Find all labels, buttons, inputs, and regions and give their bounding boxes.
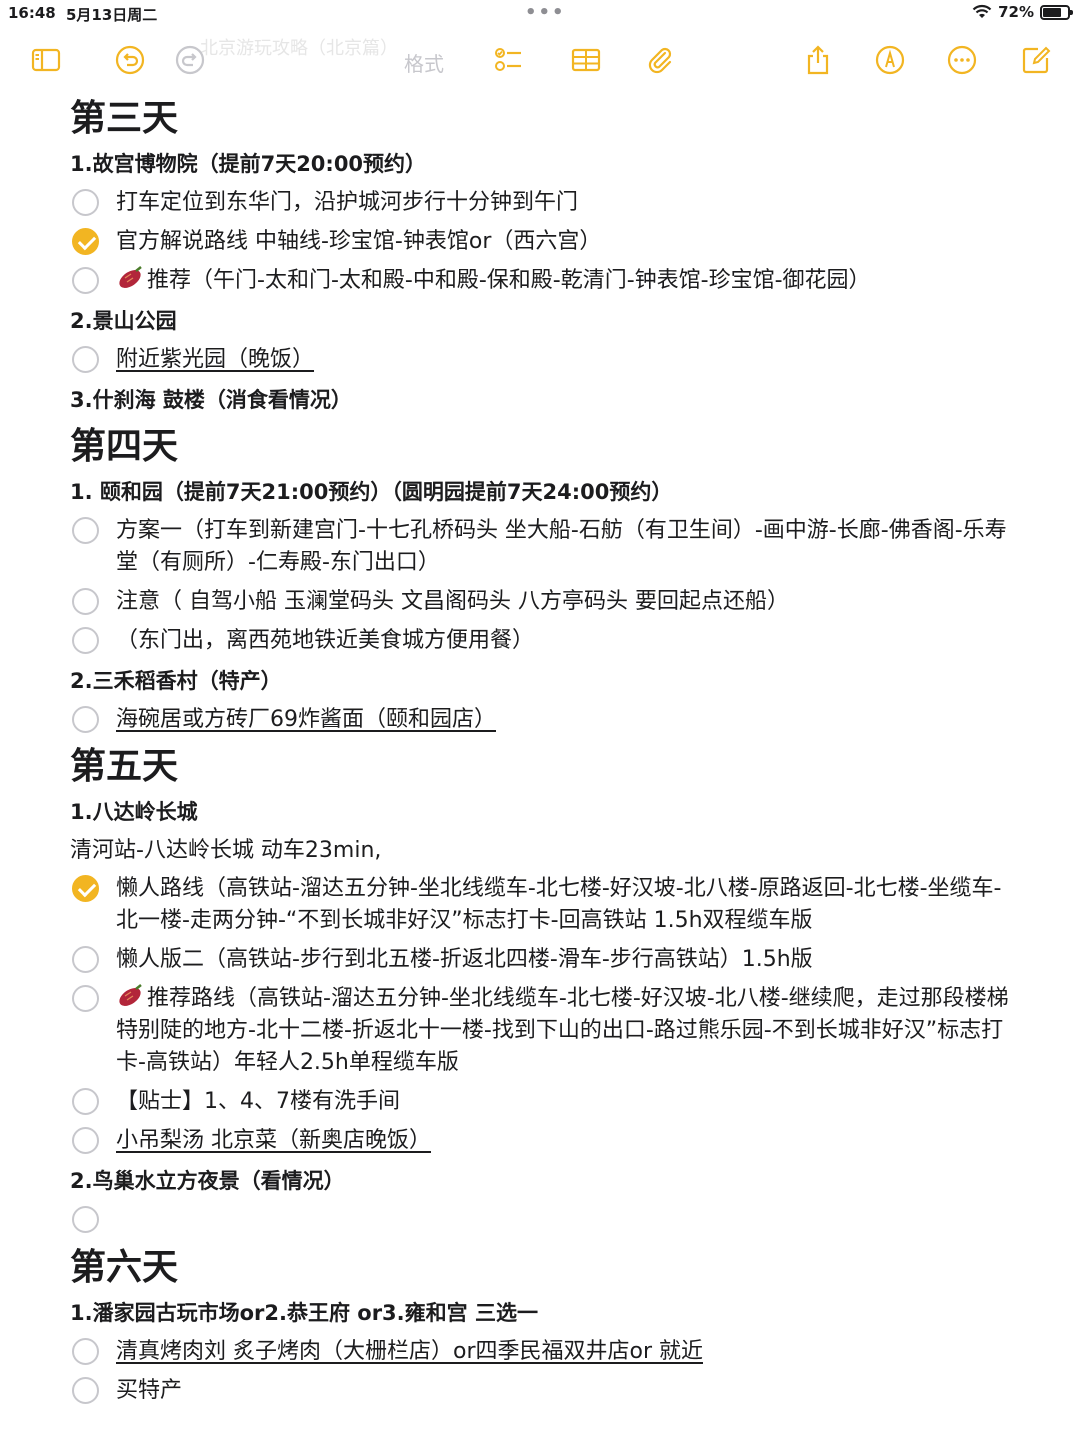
wifi-icon <box>972 4 992 18</box>
compose-icon <box>1022 46 1051 74</box>
markup-button[interactable] <box>872 42 908 78</box>
day-heading: 第三天 <box>70 98 179 139</box>
checklist-item: 注意（ 自驾小船 玉澜堂码头 文昌阁码头 八方亭码头 要回起点还船） <box>70 583 1020 622</box>
checklist-item: 推荐（午门-太和门-太和殿-中和殿-保和殿-乾清门-钟表馆-珍宝馆-御花园） <box>70 262 1020 301</box>
checklist-icon <box>495 48 521 71</box>
checkbox[interactable] <box>72 627 99 654</box>
checkbox[interactable] <box>72 1127 99 1154</box>
item-text: 方案一（打车到新建宫门-十七孔桥码头 坐大船-石舫（有卫生间）-画中游-长廊-佛… <box>116 518 1007 575</box>
checkbox[interactable] <box>72 1338 99 1365</box>
item-text: 推荐路线（高铁站-溜达五分钟-坐北线缆车-北七楼-好汉坡-北八楼-继续爬，走过那… <box>116 986 1009 1075</box>
share-icon <box>807 45 829 75</box>
table-button[interactable] <box>568 42 604 78</box>
checkbox[interactable] <box>72 1206 99 1233</box>
checkbox[interactable] <box>72 985 99 1012</box>
section-heading: 3.什刹海 鼓楼（消食看情况） <box>70 388 352 412</box>
note-body[interactable]: 第三天 1.故宫博物院（提前7天20:00预约） 打车定位到东华门，沿护城河步行… <box>70 92 1020 1411</box>
checkbox[interactable] <box>72 517 99 544</box>
checkbox-checked[interactable] <box>72 228 99 255</box>
checkbox[interactable] <box>72 946 99 973</box>
more-button[interactable] <box>944 42 980 78</box>
section-heading: 1. 颐和园（提前7天21:00预约）（圆明园提前7天24:00预约） <box>70 480 673 504</box>
checklist-item: 海碗居或方砖厂69炸酱面（颐和园店） <box>70 701 1020 740</box>
status-date: 5月13日周二 <box>66 6 158 24</box>
undo-icon <box>115 45 145 75</box>
item-text: 【贴士】1、4、7楼有洗手间 <box>116 1089 400 1114</box>
checklist-item: 打车定位到东华门，沿护城河步行十分钟到午门 <box>70 184 1020 223</box>
checklist-button[interactable] <box>490 42 526 78</box>
battery-icon <box>1040 4 1073 20</box>
day-heading: 第四天 <box>70 426 179 467</box>
status-time: 16:48 <box>8 4 56 22</box>
checkbox[interactable] <box>72 1377 99 1404</box>
checklist-item: 小吊梨汤 北京菜（新奥店晚饭） <box>70 1122 1020 1161</box>
item-text: 买特产 <box>116 1378 183 1403</box>
attachment-button[interactable] <box>642 42 678 78</box>
more-icon <box>947 45 977 75</box>
attachment-icon <box>648 47 672 74</box>
checkbox[interactable] <box>72 1088 99 1115</box>
table-icon <box>571 48 601 72</box>
day-heading: 第五天 <box>70 746 179 787</box>
checklist-item: 推荐路线（高铁站-溜达五分钟-坐北线缆车-北七楼-好汉坡-北八楼-继续爬，走过那… <box>70 980 1020 1083</box>
checklist-item: 懒人版二（高铁站-步行到北五楼-折返北四楼-滑车-步行高铁站）1.5h版 <box>70 941 1020 980</box>
checklist-item: 方案一（打车到新建宫门-十七孔桥码头 坐大船-石舫（有卫生间）-画中游-长廊-佛… <box>70 512 1020 583</box>
item-text: （东门出，离西苑地铁近美食城方便用餐） <box>116 628 535 653</box>
item-text: 打车定位到东华门，沿护城河步行十分钟到午门 <box>116 190 579 215</box>
section-heading: 1.八达岭长城 <box>70 800 198 824</box>
item-link[interactable]: 附近紫光园（晚饭） <box>116 347 314 372</box>
battery-percent: 72% <box>998 3 1034 21</box>
markup-icon <box>875 45 905 75</box>
checkbox-checked[interactable] <box>72 875 99 902</box>
sidebar-icon <box>31 48 61 72</box>
checkbox[interactable] <box>72 346 99 373</box>
checkbox[interactable] <box>72 267 99 294</box>
checklist-item: 附近紫光园（晚饭） <box>70 341 1020 380</box>
checklist-item: 【贴士】1、4、7楼有洗手间 <box>70 1083 1020 1122</box>
undo-button[interactable] <box>112 42 148 78</box>
section-heading: 1.潘家园古玩市场or2.恭王府 or3.雍和宫 三选一 <box>70 1301 538 1325</box>
format-button[interactable]: 格式 <box>404 48 444 77</box>
checklist-item: 买特产 <box>70 1372 1020 1411</box>
checkbox[interactable] <box>72 706 99 733</box>
sidebar-toggle-button[interactable] <box>28 42 64 78</box>
ghost-title: 北京游玩攻略（北京篇） <box>200 38 398 59</box>
item-text: 推荐（午门-太和门-太和殿-中和殿-保和殿-乾清门-钟表馆-珍宝馆-御花园） <box>147 268 871 293</box>
item-link[interactable]: 海碗居或方砖厂69炸酱面（颐和园店） <box>116 707 496 732</box>
item-link[interactable]: 清真烤肉刘 炙子烤肉（大栅栏店）or四季民福双井店or 就近 <box>116 1339 703 1364</box>
sweet-potato-emoji <box>119 984 142 1006</box>
item-text: 注意（ 自驾小船 玉澜堂码头 文昌阁码头 八方亭码头 要回起点还船） <box>116 589 789 614</box>
section-heading: 2.鸟巢水立方夜景（看情况） <box>70 1169 345 1193</box>
checklist-item: 懒人路线（高铁站-溜达五分钟-坐北线缆车-北七楼-好汉坡-北八楼-原路返回-北七… <box>70 870 1020 941</box>
day-heading: 第六天 <box>70 1247 179 1288</box>
item-text: 懒人路线（高铁站-溜达五分钟-坐北线缆车-北七楼-好汉坡-北八楼-原路返回-北七… <box>116 876 1002 933</box>
checklist-item: 清真烤肉刘 炙子烤肉（大栅栏店）or四季民福双井店or 就近 <box>70 1333 1020 1372</box>
checkbox[interactable] <box>72 189 99 216</box>
toolbar: 北京游玩攻略（北京篇） 格式 <box>0 30 1080 90</box>
section-heading: 2.三禾稻香村（特产） <box>70 669 282 693</box>
redo-button[interactable] <box>172 42 208 78</box>
share-button[interactable] <box>800 42 836 78</box>
sweet-potato-emoji <box>119 266 142 288</box>
section-heading: 1.故宫博物院（提前7天20:00预约） <box>70 152 427 176</box>
status-right: 72% <box>972 3 1073 21</box>
item-text: 懒人版二（高铁站-步行到北五楼-折返北四楼-滑车-步行高铁站）1.5h版 <box>116 947 813 972</box>
checklist-item: （东门出，离西苑地铁近美食城方便用餐） <box>70 622 1020 661</box>
item-link[interactable]: 小吊梨汤 北京菜（新奥店晚饭） <box>116 1128 431 1153</box>
checkbox[interactable] <box>72 588 99 615</box>
compose-button[interactable] <box>1018 42 1054 78</box>
item-text: 官方解说路线 中轴线-珍宝馆-钟表馆or（西六宫） <box>116 229 602 254</box>
status-bar: 16:48 5月13日周二 ••• 72% <box>0 0 1080 28</box>
note-text: 清河站-八达岭长城 动车23min, <box>70 838 382 863</box>
checklist-item-empty <box>70 1201 1020 1241</box>
multitasking-dots-icon[interactable]: ••• <box>525 2 566 23</box>
redo-icon <box>175 45 205 75</box>
section-heading: 2.景山公园 <box>70 309 177 333</box>
checklist-item: 官方解说路线 中轴线-珍宝馆-钟表馆or（西六宫） <box>70 223 1020 262</box>
